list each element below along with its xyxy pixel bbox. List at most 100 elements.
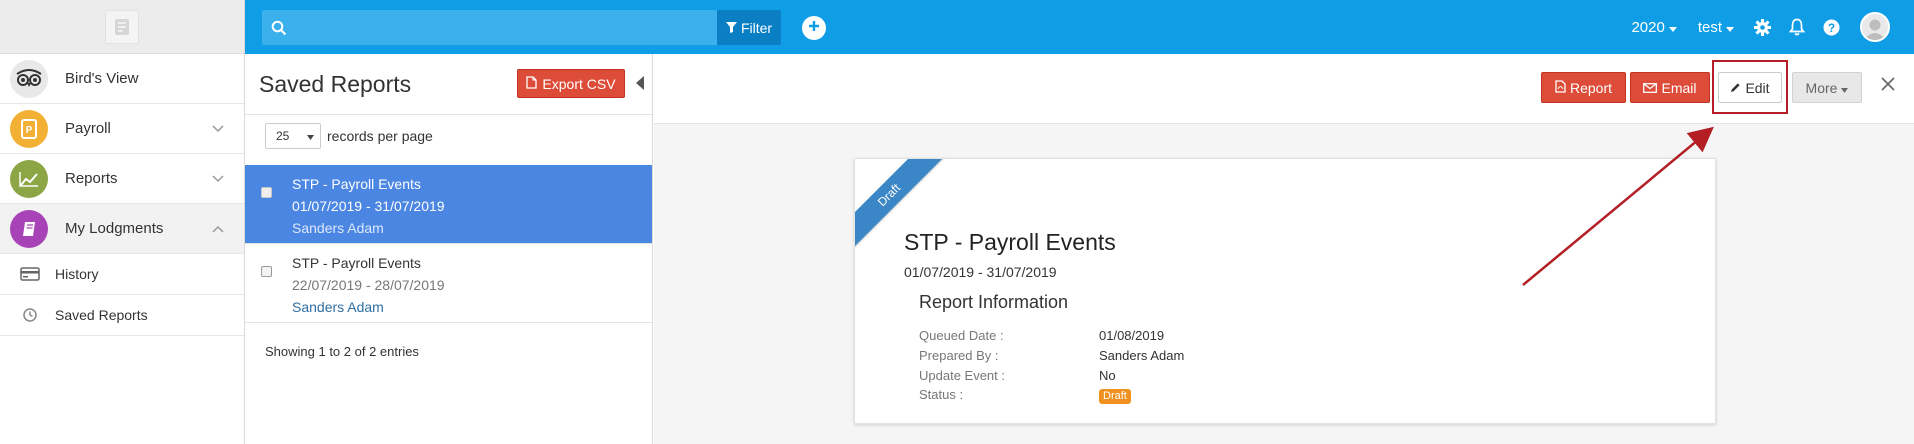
caret-down-icon (307, 129, 314, 143)
card-date-range: 01/07/2019 - 31/07/2019 (904, 264, 1057, 280)
report-detail-panel: Report Email Edit More Draft STP - Payro… (654, 54, 1914, 444)
info-row-update-event: Update Event : No (919, 368, 1116, 383)
sidebar-item-birds-view[interactable]: Bird's View (0, 54, 244, 104)
top-bar: Filter 2020 test ? (245, 0, 1914, 54)
clock-icon (19, 308, 41, 322)
row-checkbox[interactable] (261, 266, 272, 277)
email-label: Email (1661, 79, 1697, 96)
report-name: STP - Payroll Events (292, 255, 421, 271)
panel-title: Saved Reports (259, 71, 412, 97)
sidebar-item-label: Reports (65, 170, 118, 187)
bell-icon[interactable] (1789, 18, 1805, 36)
caret-down-icon (1726, 19, 1734, 36)
info-key: Queued Date : (919, 328, 1004, 343)
payroll-doc-icon: P (10, 109, 48, 148)
filter-icon (725, 20, 737, 36)
info-value: 01/08/2019 (1099, 328, 1165, 343)
chart-icon (10, 159, 48, 198)
year-dropdown[interactable]: 2020 (1631, 18, 1677, 36)
info-key: Status : (919, 387, 964, 402)
report-range: 01/07/2019 - 31/07/2019 (292, 198, 445, 214)
export-csv-button[interactable]: Export CSV (517, 69, 625, 98)
search-box (262, 10, 735, 45)
sidebar-item-reports[interactable]: Reports (0, 154, 244, 204)
chevron-down-icon[interactable] (212, 120, 224, 138)
saved-reports-panel: Saved Reports Export CSV 25 records per … (245, 54, 653, 444)
search-icon (262, 20, 296, 36)
card-icon (19, 267, 41, 281)
sidebar-subitem-label: History (55, 266, 99, 282)
file-icon (526, 75, 538, 92)
sidebar-item-payroll[interactable]: P Payroll (0, 104, 244, 154)
report-label: Report (1569, 79, 1613, 96)
sidebar-item-label: Bird's View (65, 70, 139, 87)
more-dropdown-button[interactable]: More (1792, 72, 1862, 103)
info-row-status: Status : Draft (919, 387, 1131, 404)
info-key: Prepared By : (919, 348, 999, 363)
list-item[interactable]: STP - Payroll Events 22/07/2019 - 28/07/… (245, 244, 652, 323)
export-csv-label: Export CSV (542, 75, 616, 92)
filter-label: Filter (740, 19, 773, 36)
user-label: test (1697, 18, 1722, 36)
info-key: Update Event : (919, 368, 1005, 383)
chevron-up-icon[interactable] (212, 220, 224, 238)
divider (245, 114, 652, 115)
plus-icon (808, 19, 820, 37)
report-range: 22/07/2019 - 28/07/2019 (292, 277, 445, 293)
help-icon[interactable]: ? (1823, 19, 1840, 36)
envelope-icon (1643, 80, 1658, 96)
info-value: Sanders Adam (1099, 348, 1185, 363)
report-person: Sanders Adam (292, 220, 384, 236)
pdf-icon (1555, 79, 1566, 96)
caret-down-icon (1668, 19, 1677, 36)
card-title: STP - Payroll Events (904, 229, 1116, 255)
gear-icon[interactable] (1754, 18, 1771, 36)
info-value: No (1099, 368, 1116, 383)
page-size-value: 25 (276, 129, 290, 143)
owl-icon (10, 59, 48, 98)
sidebar-item-label: My Lodgments (65, 220, 164, 237)
add-button[interactable] (802, 16, 826, 40)
sidebar-subitem-history[interactable]: History (0, 254, 244, 295)
records-per-page-label: records per page (327, 128, 433, 144)
list-item[interactable]: STP - Payroll Events 01/07/2019 - 31/07/… (245, 165, 652, 244)
detail-toolbar: Report Email Edit More (654, 54, 1914, 124)
search-input[interactable] (296, 10, 735, 45)
report-name: STP - Payroll Events (292, 176, 421, 192)
sidebar-item-label: Payroll (65, 120, 111, 137)
chevron-down-icon[interactable] (212, 170, 224, 188)
top-bar-right: 2020 test ? (1631, 0, 1914, 54)
report-person: Sanders Adam (292, 299, 384, 315)
entries-info: Showing 1 to 2 of 2 entries (265, 344, 419, 359)
page-size-select[interactable]: 25 (265, 123, 321, 149)
records-per-page: 25 records per page (265, 123, 433, 149)
email-button[interactable]: Email (1630, 72, 1710, 103)
svg-text:P: P (26, 125, 33, 136)
logo-icon (105, 9, 139, 44)
app-window: Bird's View P Payroll Reports My Lodgmen… (0, 0, 1914, 444)
book-icon (10, 209, 48, 248)
sidebar-item-my-lodgments[interactable]: My Lodgments (0, 204, 244, 254)
sidebar-subitem-label: Saved Reports (55, 307, 148, 323)
caret-down-icon (1841, 80, 1849, 96)
report-preview-card: Draft STP - Payroll Events 01/07/2019 - … (854, 158, 1716, 424)
row-checkbox[interactable] (261, 187, 272, 198)
sidebar-subitem-saved-reports[interactable]: Saved Reports (0, 295, 244, 336)
info-row-queued-date: Queued Date : 01/08/2019 (919, 328, 1164, 343)
more-label: More (1805, 79, 1838, 96)
report-button[interactable]: Report (1541, 72, 1626, 103)
report-list: STP - Payroll Events 01/07/2019 - 31/07/… (245, 165, 652, 323)
info-row-prepared-by: Prepared By : Sanders Adam (919, 348, 1184, 363)
year-label: 2020 (1631, 18, 1665, 36)
avatar[interactable] (1860, 12, 1890, 42)
svg-text:?: ? (1828, 20, 1835, 34)
sidebar: Bird's View P Payroll Reports My Lodgmen… (0, 0, 245, 444)
edit-highlight-annotation (1712, 60, 1788, 114)
close-icon[interactable] (1880, 76, 1896, 97)
sidebar-logo-area[interactable] (0, 0, 244, 54)
user-dropdown[interactable]: test (1698, 19, 1734, 36)
report-information-heading: Report Information (919, 292, 1069, 312)
collapse-panel-icon[interactable] (636, 76, 644, 90)
status-badge: Draft (1099, 389, 1131, 404)
filter-button[interactable]: Filter (717, 10, 781, 45)
